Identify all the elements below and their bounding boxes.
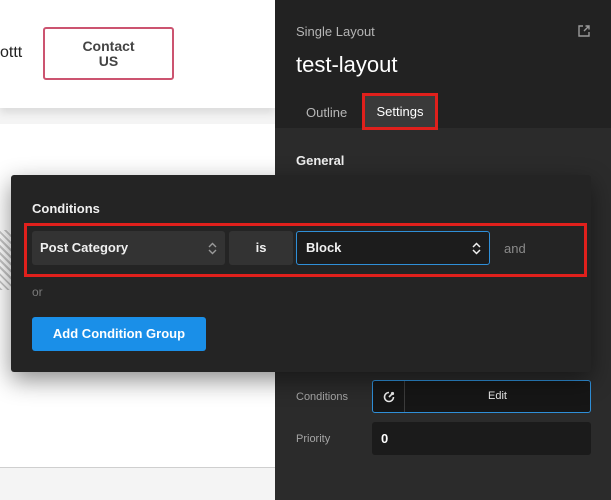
- edit-conditions-button[interactable]: Edit: [372, 380, 591, 413]
- condition-value-text: Block: [306, 240, 342, 255]
- priority-row-label: Priority: [296, 433, 331, 445]
- tab-settings[interactable]: Settings: [365, 96, 435, 127]
- site-brand-text: ottt: [0, 44, 23, 61]
- chevron-updown-icon: [472, 232, 481, 264]
- edit-button-label: Edit: [488, 390, 507, 402]
- tab-outline[interactable]: Outline: [306, 105, 347, 120]
- condition-value-select[interactable]: Block: [296, 231, 490, 265]
- contact-us-button[interactable]: Contact US: [43, 27, 174, 80]
- conditions-row-label: Conditions: [296, 391, 348, 403]
- page-header: ottt Contact US: [0, 0, 275, 108]
- layout-type-label: Single Layout: [296, 24, 375, 39]
- chevron-updown-icon: [208, 231, 217, 265]
- and-connector[interactable]: and: [504, 241, 526, 256]
- export-icon[interactable]: [577, 24, 591, 38]
- add-condition-group-button[interactable]: Add Condition Group: [32, 317, 206, 351]
- priority-input[interactable]: 0: [372, 422, 591, 455]
- conditions-icon: [373, 381, 405, 412]
- or-connector: or: [32, 285, 43, 299]
- section-general-heading: General: [296, 153, 345, 168]
- condition-operator-select[interactable]: is: [229, 231, 293, 265]
- conditions-popup: Conditions Post Category is Block and or…: [11, 175, 591, 372]
- layout-title: test-layout: [296, 52, 398, 77]
- popup-title: Conditions: [32, 201, 100, 216]
- sidebar-header: Single Layout test-layout Outline Settin…: [275, 0, 611, 130]
- condition-category-select[interactable]: Post Category: [32, 231, 225, 265]
- condition-category-value: Post Category: [40, 240, 129, 255]
